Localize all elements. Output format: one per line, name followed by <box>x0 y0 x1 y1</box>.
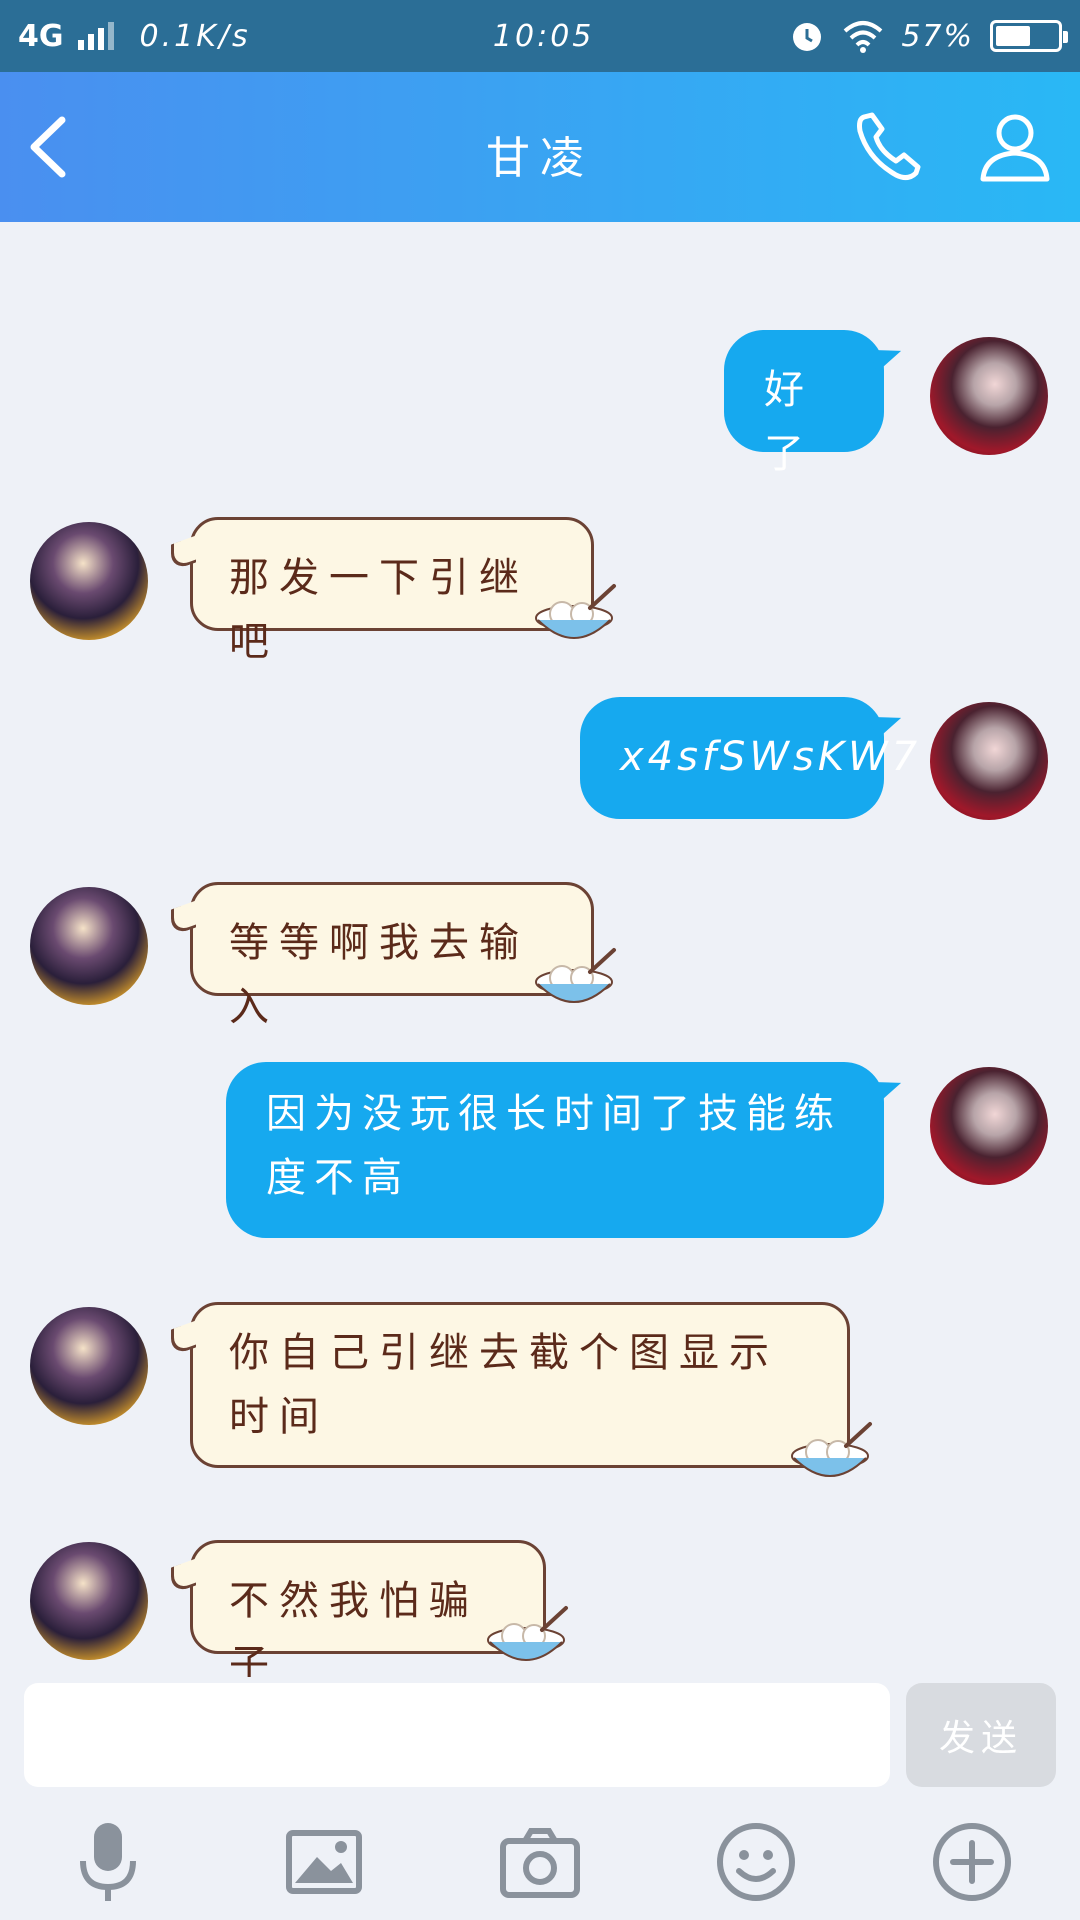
plus-icon[interactable] <box>927 1817 1017 1907</box>
camera-icon[interactable] <box>495 1817 585 1907</box>
avatar-contact[interactable] <box>30 887 148 1005</box>
message-text: x4sfSWsKW7 <box>620 734 922 780</box>
message-text: 你自己引继去截个图显示时间 <box>229 1330 779 1440</box>
signal-icon <box>77 22 114 50</box>
message-input[interactable] <box>24 1683 890 1787</box>
microphone-icon[interactable] <box>63 1817 153 1907</box>
alarm-icon <box>793 23 822 51</box>
avatar-contact[interactable] <box>30 522 148 640</box>
avatar-self[interactable] <box>930 702 1048 820</box>
composer: 发送 <box>0 1677 1080 1920</box>
message-text: 那发一下引继吧 <box>229 555 529 665</box>
message-bubble-outgoing[interactable]: 因为没玩很长时间了技能练度不高 <box>226 1062 884 1238</box>
send-button[interactable]: 发送 <box>906 1683 1056 1787</box>
avatar-self[interactable] <box>930 1067 1048 1185</box>
message-text: 等等啊我去输入 <box>229 920 529 1030</box>
message-bubble-outgoing[interactable]: x4sfSWsKW7 <box>580 697 917 819</box>
avatar-contact[interactable] <box>30 1307 148 1425</box>
battery-icon <box>990 20 1068 52</box>
rice-ball-bowl-icon <box>487 1606 568 1661</box>
chat-header: 甘凌 <box>0 72 1080 222</box>
phone-icon[interactable] <box>850 107 930 187</box>
message-bubble-incoming[interactable]: 你自己引继去截个图显示时间 <box>190 1302 850 1468</box>
battery-level-fill <box>996 26 1031 46</box>
person-icon[interactable] <box>975 107 1055 187</box>
avatar-contact[interactable] <box>30 1542 148 1660</box>
message-text: 不然我怕骗子 <box>229 1578 479 1688</box>
status-bar: 4G 0.1K/s 10:05 57% <box>0 0 1080 72</box>
message-bubble-outgoing[interactable]: 好了 <box>724 330 884 477</box>
wifi-icon <box>843 21 883 53</box>
network-type: 4G <box>18 18 64 54</box>
clock: 10:05 <box>492 18 595 54</box>
image-icon[interactable] <box>279 1817 369 1907</box>
network-speed: 0.1K/s <box>139 18 251 54</box>
composer-toolbar <box>0 1817 1080 1917</box>
emoji-icon[interactable] <box>711 1817 801 1907</box>
rice-ball-bowl-icon <box>535 948 616 1003</box>
message-text: 好了 <box>764 367 812 477</box>
message-text: 因为没玩很长时间了技能练度不高 <box>266 1091 842 1201</box>
avatar-self[interactable] <box>930 337 1048 455</box>
rice-ball-bowl-icon <box>791 1422 872 1477</box>
message-list[interactable]: 好了 那发一下引继吧 x4sfSWsKW7 等等啊我去输入 因为没玩很长时间了技… <box>0 222 1080 1688</box>
battery-percent: 57% <box>901 18 974 54</box>
rice-ball-bowl-icon <box>535 584 616 639</box>
